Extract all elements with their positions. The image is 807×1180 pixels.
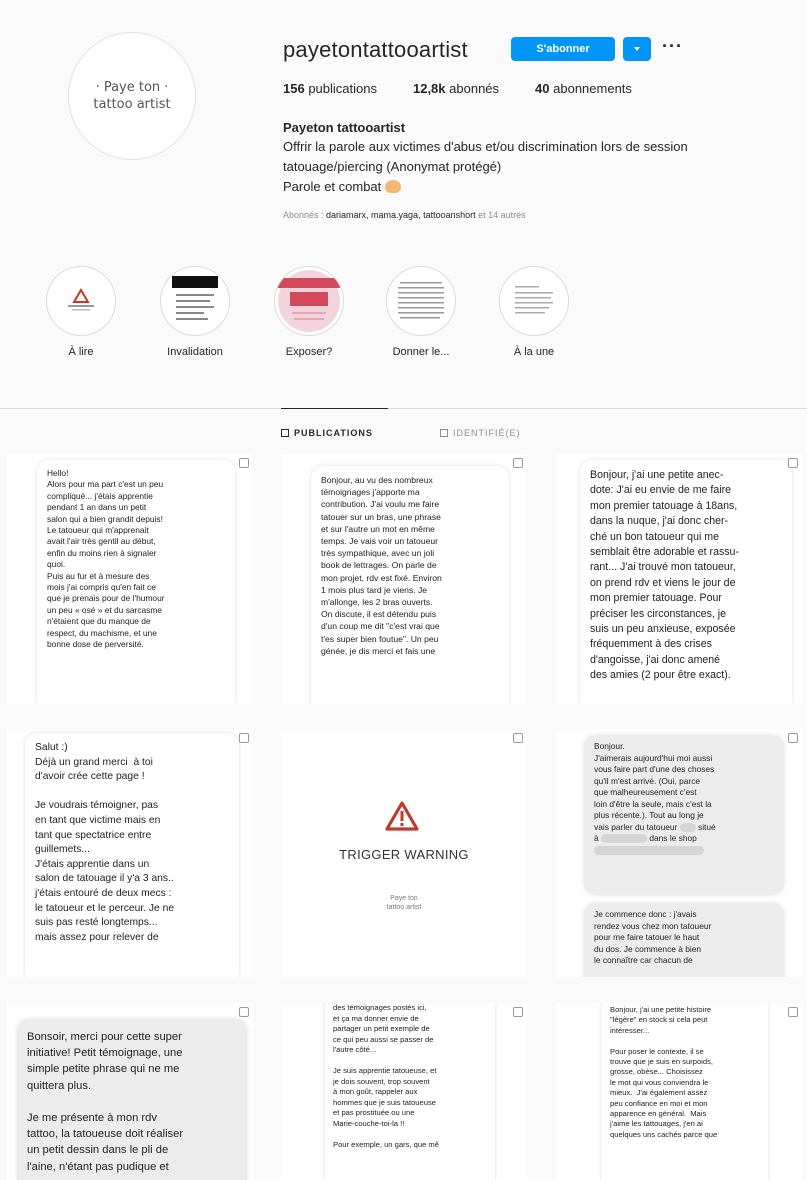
highlight-invalidation[interactable]: Invalidation [155, 266, 235, 358]
posts-stat: 156 publications [283, 81, 377, 96]
tagged-user-icon [440, 429, 448, 437]
tabs-divider [0, 408, 807, 409]
bio-line-3: Parole et combat [283, 177, 402, 197]
post-text: Bonjour, j'ai une petite anec- dote: J'a… [590, 469, 739, 682]
post-card: Bonjour, j'ai une petite histoire "légèr… [602, 1003, 768, 1180]
trigger-warning-title: TRIGGER WARNING [339, 847, 469, 862]
post-7[interactable]: Bonsoir, merci pour cette super initiati… [7, 1003, 253, 1180]
highlight-donner-le[interactable]: Donner le... [381, 266, 461, 358]
highlight-cover [386, 266, 456, 336]
post-3[interactable]: Bonjour, j'ai une petite anec- dote: J'a… [556, 454, 802, 704]
text-note-icon [503, 270, 565, 332]
post-card-2: Je commence donc : j'avais rendez vous c… [584, 903, 784, 977]
highlight-a-la-une[interactable]: À la une [494, 266, 574, 358]
highlight-label: Invalidation [167, 346, 223, 358]
post-text: Bonsoir, merci pour cette super initiati… [27, 1031, 184, 1173]
post-card: des témoignages postés ici, et ça ma don… [325, 1003, 495, 1180]
redacted-location [601, 834, 647, 844]
highlight-cover [499, 266, 569, 336]
carousel-icon [239, 1007, 249, 1017]
tab-tagged[interactable]: IDENTIFIÉ(E) [440, 428, 521, 438]
post-9[interactable]: Bonjour, j'ai une petite histoire "légèr… [556, 1003, 802, 1180]
highlight-cover [274, 266, 344, 336]
profile-avatar[interactable]: · Paye ton · tattoo artist [68, 32, 196, 160]
carousel-icon [239, 733, 249, 743]
profile-username: payetontattooartist [283, 37, 468, 62]
post-card: Salut :) Déjà un grand merci à toi d'avo… [25, 733, 239, 977]
suggestions-dropdown-button[interactable] [623, 37, 651, 61]
post-6[interactable]: Bonjour. J'aimerais aujourd'hui moi auss… [556, 729, 802, 977]
flexed-biceps-icon [385, 180, 402, 193]
post-text: Je commence donc : j'avais rendez vous c… [594, 909, 712, 965]
highlight-cover [46, 266, 116, 336]
post-text: Bonjour, au vu des nombreux témoignages … [321, 475, 442, 656]
bio-line-2: tatouage/piercing (Anonymat protégé) [283, 159, 502, 174]
highlight-exposer[interactable]: Exposer? [269, 266, 349, 358]
warning-logo-icon [50, 270, 112, 332]
carousel-icon [788, 458, 798, 468]
carousel-icon [239, 458, 249, 468]
active-tab-indicator [281, 408, 388, 409]
tab-publications[interactable]: PUBLICATIONS [281, 428, 373, 438]
post-5[interactable]: TRIGGER WARNING · Paye ton · tattoo arti… [281, 729, 527, 977]
important-note-icon [278, 270, 340, 332]
redacted-shop [594, 845, 704, 855]
avatar-logo-line2: tattoo artist [93, 97, 171, 112]
post-card: Bonsoir, merci pour cette super initiati… [17, 1019, 247, 1180]
post-logo: · Paye ton · tattoo artist [385, 895, 423, 911]
highlight-a-lire[interactable]: À lire [41, 266, 121, 358]
post-1[interactable]: Hello! Alors pour ma part c'est un peu c… [7, 454, 253, 704]
carousel-icon [513, 1007, 523, 1017]
chevron-down-icon [634, 47, 640, 51]
highlight-label: À la une [513, 346, 555, 358]
profile-stats: 156 publications 12,8k abonnés 40 abonne… [283, 81, 668, 96]
redacted-name [679, 822, 696, 832]
text-note-icon [390, 270, 452, 332]
post-text: Bonjour, j'ai une petite histoire "légèr… [610, 1005, 718, 1139]
post-text: des témoignages postés ici, et ça ma don… [333, 1003, 439, 1149]
carousel-icon [513, 458, 523, 468]
post-text: Bonjour. J'aimerais aujourd'hui moi auss… [594, 741, 774, 856]
followers-stat[interactable]: 12,8k abonnés [413, 81, 499, 96]
more-options-icon[interactable]: ··· [662, 36, 683, 57]
post-card: Hello! Alors pour ma part c'est un peu c… [37, 460, 235, 704]
following-stat[interactable]: 40 abonnements [535, 81, 632, 96]
highlight-cover [160, 266, 230, 336]
grid-icon [281, 429, 289, 437]
bio-full-name: Payeton tattooartist [283, 120, 406, 135]
followed-by[interactable]: Abonnés : dariamarx, mama.yaga, tattooan… [283, 210, 526, 220]
post-text: Salut :) Déjà un grand merci à toi d'avo… [35, 742, 175, 943]
highlight-label: Exposer? [285, 346, 333, 358]
post-4[interactable]: Salut :) Déjà un grand merci à toi d'avo… [7, 729, 253, 977]
warning-triangle-icon [385, 801, 419, 831]
text-screenshot-icon [164, 270, 226, 332]
post-card: Bonjour. J'aimerais aujourd'hui moi auss… [584, 735, 784, 895]
avatar-logo-line1: · Paye ton · [95, 80, 169, 95]
follow-button[interactable]: S'abonner [511, 37, 615, 61]
bio-line-1: Offrir la parole aux victimes d'abus et/… [283, 139, 688, 154]
post-card: Bonjour, j'ai une petite anec- dote: J'a… [580, 460, 792, 704]
highlight-label: À lire [68, 346, 94, 358]
highlight-label: Donner le... [392, 346, 450, 358]
carousel-icon [788, 733, 798, 743]
post-text: Hello! Alors pour ma part c'est un peu c… [47, 468, 165, 650]
carousel-icon [513, 733, 523, 743]
post-card: Bonjour, au vu des nombreux témoignages … [311, 466, 509, 704]
post-2[interactable]: Bonjour, au vu des nombreux témoignages … [281, 454, 527, 704]
post-8[interactable]: des témoignages postés ici, et ça ma don… [281, 1003, 527, 1180]
carousel-icon [788, 1007, 798, 1017]
